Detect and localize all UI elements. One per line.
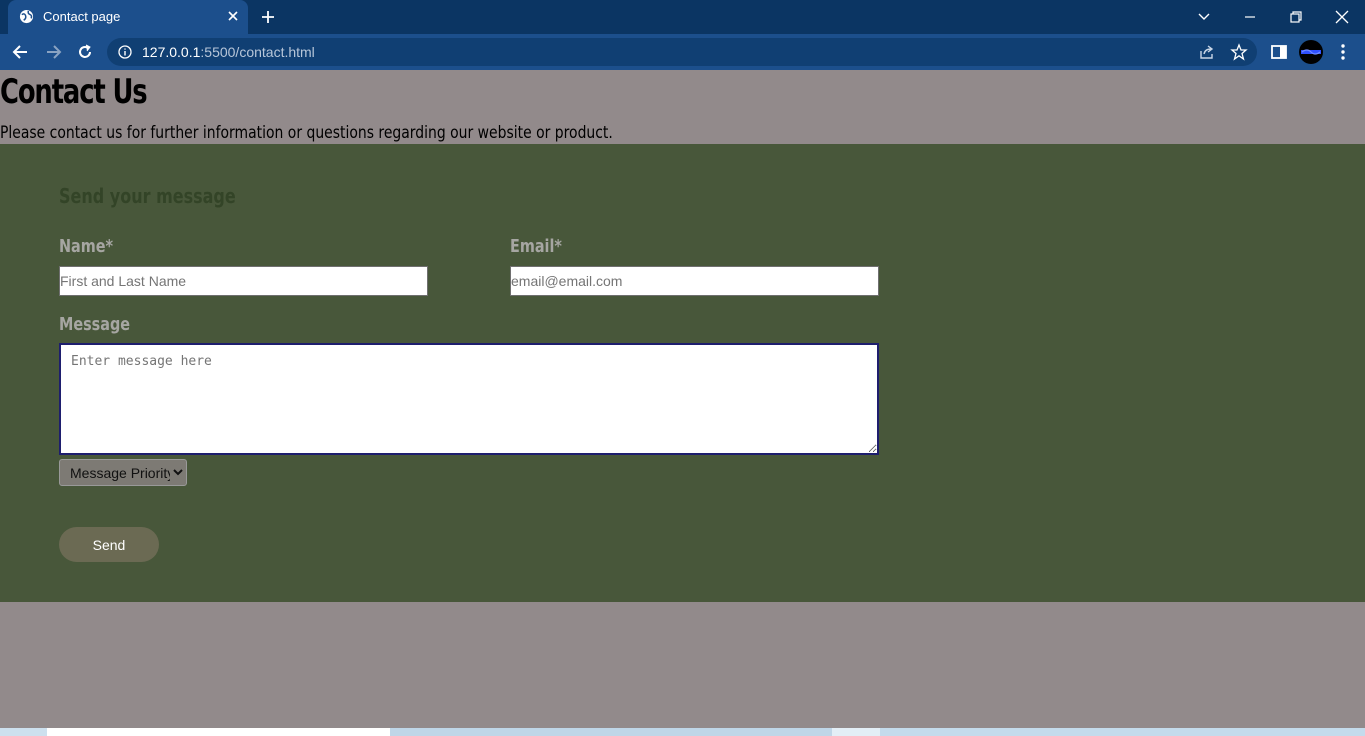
- site-info-icon[interactable]: [118, 45, 132, 59]
- taskbar-app-button[interactable]: [832, 728, 880, 736]
- bookmark-star-icon[interactable]: [1230, 43, 1248, 61]
- new-tab-icon[interactable]: [260, 9, 276, 25]
- page-title: Contact Us: [0, 72, 148, 112]
- tab-search-chevron-icon[interactable]: [1194, 7, 1214, 27]
- menu-kebab-icon[interactable]: [1333, 42, 1353, 62]
- url-host: 127.0.0.1: [142, 44, 201, 60]
- close-window-icon[interactable]: [1332, 7, 1352, 27]
- profile-avatar[interactable]: [1299, 40, 1323, 64]
- email-label: Email*: [510, 236, 562, 257]
- page-intro: Please contact us for further informatio…: [0, 123, 613, 143]
- browser-tab-strip: Contact page: [0, 0, 1365, 34]
- browser-tab[interactable]: Contact page: [8, 0, 248, 34]
- address-bar[interactable]: 127.0.0.1:5500/contact.html: [107, 38, 1257, 66]
- share-icon[interactable]: [1198, 43, 1216, 61]
- side-panel-icon[interactable]: [1269, 42, 1289, 62]
- taskbar-apps: [390, 728, 832, 736]
- globe-icon: [19, 9, 34, 24]
- forward-arrow-icon[interactable]: [43, 42, 63, 62]
- name-input[interactable]: [59, 266, 428, 296]
- message-label: Message: [59, 314, 131, 335]
- url-text[interactable]: 127.0.0.1:5500/contact.html: [142, 44, 315, 60]
- restore-icon[interactable]: [1286, 7, 1306, 27]
- taskbar-tray: [880, 728, 1365, 736]
- form-heading: Send your message: [59, 184, 236, 208]
- name-label: Name*: [59, 236, 114, 257]
- profile-image-icon: [1301, 49, 1321, 55]
- taskbar-search-box[interactable]: [47, 728, 390, 736]
- browser-toolbar: 127.0.0.1:5500/contact.html: [0, 34, 1365, 70]
- priority-select[interactable]: Message Priority: [59, 459, 187, 486]
- minimize-icon[interactable]: [1240, 7, 1260, 27]
- url-path: :5500/contact.html: [200, 44, 315, 60]
- os-taskbar: [0, 728, 1365, 736]
- back-arrow-icon[interactable]: [11, 42, 31, 62]
- send-button[interactable]: Send: [59, 527, 159, 562]
- page-content: Contact Us Please contact us for further…: [0, 70, 1365, 728]
- tab-title: Contact page: [43, 9, 121, 24]
- contact-form: Send your message Name* Email* Message M…: [0, 144, 1365, 602]
- message-textarea[interactable]: [59, 343, 879, 455]
- reload-icon[interactable]: [75, 42, 95, 62]
- close-tab-icon[interactable]: [226, 9, 240, 23]
- email-input[interactable]: [510, 266, 879, 296]
